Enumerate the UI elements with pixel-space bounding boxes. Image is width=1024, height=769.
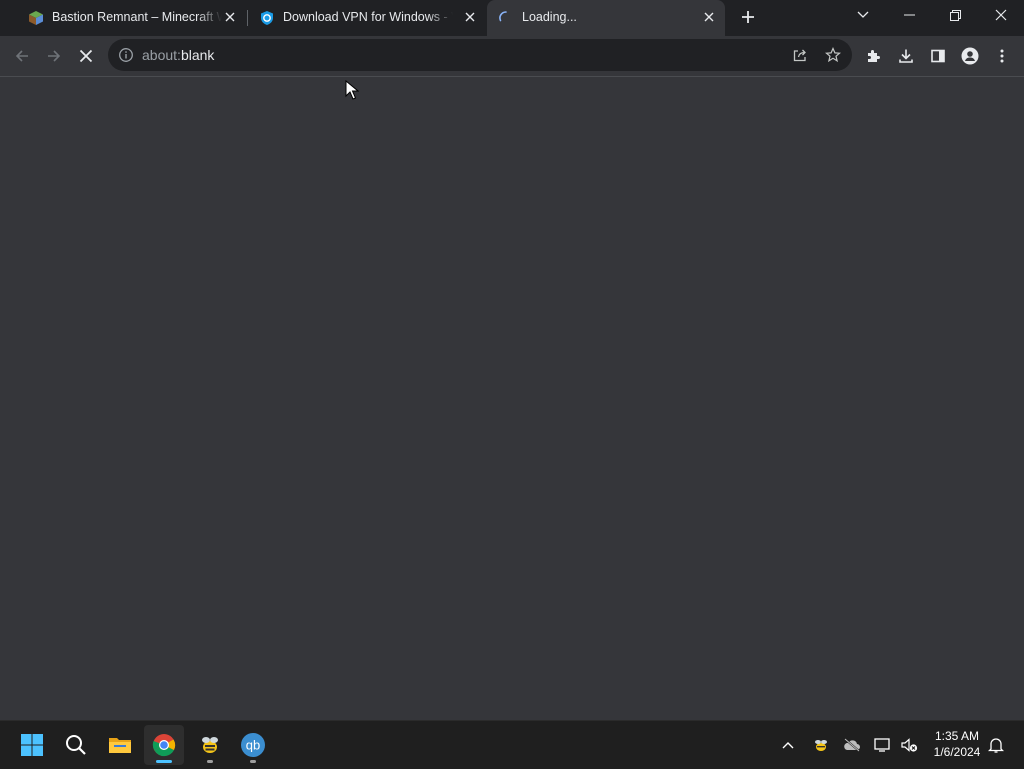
browser-toolbar: about:blank — [0, 36, 1024, 77]
file-explorer-button[interactable] — [100, 725, 140, 765]
bee-app-icon — [202, 737, 218, 753]
address-bar[interactable]: about:blank — [108, 39, 852, 71]
restore-button[interactable] — [932, 0, 978, 30]
qbittorrent-icon: qb — [241, 733, 265, 757]
url-text: about:blank — [142, 47, 214, 63]
tab-minecraft-wiki[interactable]: Bastion Remnant – Minecraft Wiki — [8, 0, 246, 34]
close-icon[interactable] — [222, 9, 238, 25]
tab-title: Bastion Remnant – Minecraft Wiki — [52, 10, 222, 24]
arrow-right-icon — [48, 50, 61, 62]
app-bee-taskbar-button[interactable] — [190, 725, 230, 765]
back-button[interactable] — [8, 42, 36, 70]
tab-search-button[interactable] — [840, 0, 886, 30]
svg-text:qb: qb — [246, 738, 260, 753]
menu-button[interactable] — [988, 42, 1016, 70]
clock-date: 1/6/2024 — [933, 745, 981, 759]
vpn-shield-icon — [259, 10, 275, 26]
chevron-up-icon — [782, 742, 794, 749]
side-panel-icon — [931, 49, 945, 63]
more-vert-icon — [1000, 49, 1004, 63]
close-icon — [995, 9, 1007, 21]
volume-muted-icon[interactable] — [897, 733, 921, 757]
chrome-taskbar-button[interactable] — [144, 725, 184, 765]
tab-vpn-download[interactable]: Download VPN for Windows - VPN — [248, 0, 486, 34]
avatar-icon — [961, 47, 979, 65]
folder-icon — [109, 738, 131, 753]
windows-logo-icon — [21, 734, 43, 756]
qbittorrent-taskbar-button[interactable]: qb — [233, 725, 273, 765]
side-panel-button[interactable] — [924, 42, 952, 70]
running-indicator — [207, 760, 213, 763]
share-icon[interactable] — [792, 47, 808, 68]
close-icon[interactable] — [462, 9, 478, 25]
chevron-down-icon — [857, 11, 869, 18]
download-icon — [899, 49, 913, 63]
bookmark-star-icon[interactable] — [824, 46, 842, 68]
close-icon[interactable] — [701, 9, 717, 25]
url-path: blank — [180, 47, 215, 63]
downloads-button[interactable] — [892, 42, 920, 70]
network-icon[interactable] — [871, 733, 895, 757]
search-icon — [66, 735, 86, 755]
loading-spinner-icon — [498, 10, 514, 26]
taskbar: qb — [0, 720, 1024, 769]
info-icon[interactable] — [118, 47, 134, 68]
stop-loading-button[interactable] — [72, 42, 100, 70]
minimize-icon — [903, 14, 915, 16]
start-button[interactable] — [12, 725, 52, 765]
tab-strip: Bastion Remnant – Minecraft Wiki Downloa… — [0, 0, 1024, 36]
new-tab-button[interactable] — [734, 3, 762, 31]
show-hidden-icons-button[interactable] — [776, 733, 800, 757]
tray-bee-app-icon[interactable] — [809, 733, 833, 757]
arrow-left-icon — [15, 50, 28, 62]
tab-title: Download VPN for Windows - VPN — [283, 10, 453, 24]
profile-button[interactable] — [956, 42, 984, 70]
minimize-button[interactable] — [886, 0, 932, 30]
extensions-button[interactable] — [860, 42, 888, 70]
active-indicator — [156, 760, 172, 763]
tab-loading[interactable]: Loading... — [487, 0, 725, 36]
url-scheme: about: — [142, 47, 181, 63]
onedrive-offline-icon[interactable] — [840, 733, 864, 757]
forward-button[interactable] — [40, 42, 68, 70]
plus-icon — [742, 11, 754, 23]
search-button[interactable] — [56, 725, 96, 765]
restore-icon — [949, 9, 961, 21]
close-window-button[interactable] — [978, 0, 1024, 30]
stop-x-icon — [79, 49, 93, 63]
clock-time: 1:35 AM — [934, 729, 980, 743]
system-clock[interactable]: 1:35 AM 1/6/2024 — [926, 728, 988, 760]
running-indicator — [250, 760, 256, 763]
minecraft-wiki-icon — [28, 10, 44, 26]
page-content[interactable] — [0, 77, 1024, 720]
chrome-icon — [152, 734, 176, 757]
puzzle-icon — [868, 50, 880, 62]
mouse-cursor-icon — [345, 79, 360, 100]
tab-title: Loading... — [522, 10, 577, 24]
